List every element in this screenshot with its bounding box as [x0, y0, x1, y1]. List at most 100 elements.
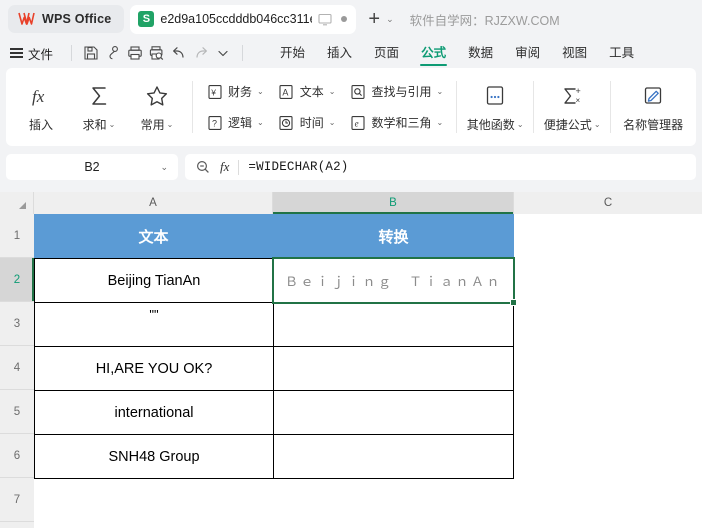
tab-shuju[interactable]: 数据 — [457, 38, 504, 68]
name-manager-label: 名称管理器 — [623, 118, 684, 132]
tab-kaishi[interactable]: 开始 — [269, 38, 316, 68]
save-icon[interactable] — [80, 42, 102, 64]
cell-A2[interactable]: Beijing TianAn — [34, 258, 274, 303]
tab-gongshi[interactable]: 公式 — [410, 38, 457, 68]
letter-e-icon: e — [349, 114, 366, 131]
logic-functions-button[interactable]: ? 逻辑 ⌄ — [202, 112, 268, 134]
chevron-down-icon: ⌄ — [108, 120, 116, 129]
document-tab[interactable]: S e2d9a105ccdddb046cc311e — [130, 4, 357, 34]
name-box[interactable]: B2 ⌄ — [6, 154, 178, 180]
text-functions-button[interactable]: A 文本 ⌄ — [274, 81, 340, 103]
hamburger-icon[interactable] — [10, 48, 23, 58]
cell-A1[interactable]: 文本 — [34, 214, 273, 258]
chevron-down-icon: ⌄ — [328, 118, 336, 127]
divider — [533, 81, 535, 133]
tab-gongju[interactable]: 工具 — [598, 38, 645, 68]
print-preview-icon[interactable] — [146, 42, 168, 64]
ribbon-toolbar: fx 插入 求和 ⌄ 常用 ⌄ ¥ 财务 ⌄ ? 逻辑 ⌄ A 文本 ⌄ 时间 … — [6, 68, 696, 146]
column-header-row: A B C — [0, 192, 702, 214]
common-functions-button[interactable]: 常用 ⌄ — [128, 72, 186, 142]
insert-function-button[interactable]: fx 插入 — [12, 72, 70, 142]
monitor-icon — [318, 13, 332, 26]
row-header-6[interactable]: 6 — [0, 434, 34, 478]
file-menu-button[interactable]: 文件 — [28, 44, 53, 63]
time-functions-button[interactable]: 时间 ⌄ — [274, 112, 340, 134]
cell-A4[interactable]: HI,ARE YOU OK? — [34, 346, 274, 391]
column-header-c[interactable]: C — [514, 192, 702, 214]
tab-list-chevron-icon[interactable]: ⌄ — [384, 14, 396, 25]
cell-A6[interactable]: SNH48 Group — [34, 434, 274, 479]
quick-formula-button[interactable]: + × 便捷公式 ⌄ — [540, 72, 604, 142]
document-tab-label: e2d9a105ccdddb046cc311e — [160, 12, 313, 26]
other-functions-label: 其他函数 — [466, 118, 515, 132]
row-header-4[interactable]: 4 — [0, 346, 34, 390]
ribbon-group-lookup-math: 查找与引用 ⌄ e 数学和三角 ⌄ — [342, 72, 450, 142]
clock-icon — [278, 114, 295, 131]
column-header-b[interactable]: B — [273, 192, 514, 214]
magnifier-minus-icon[interactable] — [195, 159, 211, 175]
autosum-label: 求和 — [82, 118, 107, 132]
select-all-corner[interactable] — [0, 192, 34, 214]
formula-input[interactable]: =WIDECHAR(A2) — [248, 160, 348, 174]
redo-icon — [190, 42, 212, 64]
tab-yemian[interactable]: 页面 — [363, 38, 410, 68]
cell-A3[interactable]: "" — [34, 302, 274, 347]
wps-logo-icon — [18, 12, 35, 27]
divider — [238, 159, 240, 175]
divider — [242, 45, 244, 61]
divider — [192, 81, 193, 133]
svg-text:?: ? — [212, 118, 217, 128]
row-header-5[interactable]: 5 — [0, 390, 34, 434]
cell-B1[interactable]: 转换 — [273, 214, 514, 258]
svg-text:e: e — [355, 118, 359, 128]
math-functions-button[interactable]: e 数学和三角 ⌄ — [345, 112, 447, 134]
print-icon[interactable] — [124, 42, 146, 64]
ribbon-tab-list: 开始 插入 页面 公式 数据 审阅 视图 工具 — [269, 38, 645, 68]
name-manager-button[interactable]: 名称管理器 — [617, 72, 689, 142]
insert-function-label: 插入 — [28, 118, 53, 132]
name-box-value: B2 — [84, 160, 100, 174]
fill-handle[interactable] — [510, 299, 517, 306]
tab-shitu[interactable]: 视图 — [551, 38, 598, 68]
finance-functions-button[interactable]: ¥ 财务 ⌄ — [202, 81, 268, 103]
share-icon[interactable] — [102, 42, 124, 64]
divider — [456, 81, 458, 133]
row-header-3[interactable]: 3 — [0, 302, 34, 346]
chevron-down-icon: ⌄ — [166, 120, 174, 129]
cell-B3[interactable] — [273, 302, 514, 347]
row-header-1[interactable]: 1 — [0, 214, 34, 258]
ribbon-group-insert: fx 插入 求和 ⌄ 常用 ⌄ — [12, 68, 186, 146]
autosum-button[interactable]: 求和 ⌄ — [70, 72, 128, 142]
row-header-2[interactable]: 2 — [0, 258, 34, 302]
row-header-7[interactable]: 7 — [0, 478, 34, 522]
time-functions-label: 时间 — [299, 116, 324, 130]
column-header-a[interactable]: A — [34, 192, 273, 214]
chevron-down-icon[interactable]: ⌄ — [160, 162, 168, 173]
title-bar: WPS Office S e2d9a105ccdddb046cc311e + ⌄… — [0, 0, 702, 38]
finance-functions-label: 财务 — [228, 85, 253, 99]
wps-office-button[interactable]: WPS Office — [8, 5, 125, 33]
new-tab-button[interactable]: + — [356, 9, 384, 29]
fx-icon: fx — [28, 81, 54, 111]
spreadsheet-s-icon: S — [138, 11, 155, 27]
other-functions-button[interactable]: 其他函数 ⌄ — [463, 72, 527, 142]
sigma-icon — [86, 81, 112, 111]
cell-B6[interactable] — [273, 434, 514, 479]
fx-label[interactable]: fx — [220, 159, 229, 175]
magnifier-icon — [349, 83, 366, 100]
cell-B5[interactable] — [273, 390, 514, 435]
name-manager-icon — [641, 81, 665, 111]
quick-access-chevron-icon[interactable] — [212, 42, 234, 64]
cell-B4[interactable] — [273, 346, 514, 391]
undo-icon[interactable] — [168, 42, 190, 64]
formula-input-wrapper[interactable]: fx =WIDECHAR(A2) — [185, 154, 696, 180]
cell-B2[interactable]: Ｂｅｉｊｉｎｇ ＴｉａｎＡｎ — [273, 258, 514, 303]
triangle-icon — [19, 202, 26, 209]
svg-text:+: + — [576, 86, 581, 96]
cell-A5[interactable]: international — [34, 390, 274, 435]
chevron-down-icon: ⌄ — [516, 120, 524, 129]
svg-text:fx: fx — [32, 87, 45, 106]
tab-charu[interactable]: 插入 — [316, 38, 363, 68]
lookup-functions-button[interactable]: 查找与引用 ⌄ — [345, 81, 447, 103]
tab-shenyue[interactable]: 审阅 — [504, 38, 551, 68]
